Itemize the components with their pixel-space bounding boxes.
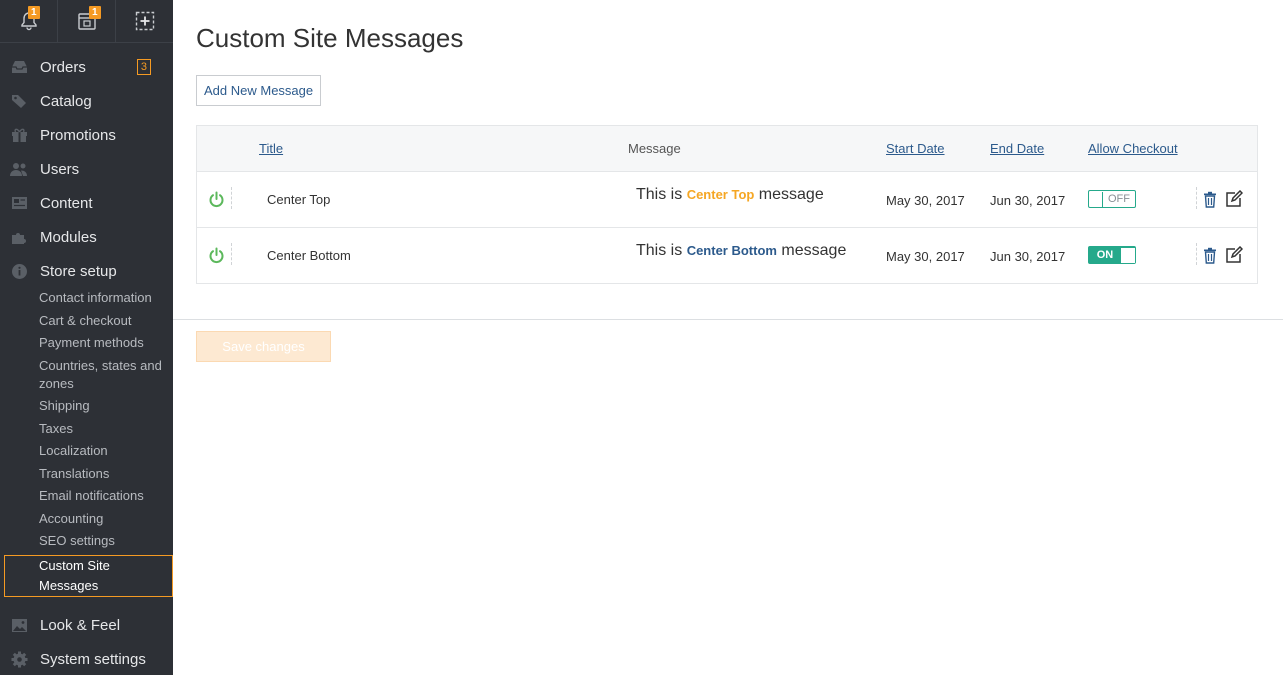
row-start-date: May 30, 2017: [886, 249, 965, 264]
toggle-label: ON: [1096, 249, 1114, 261]
sidebar-topbar: 1 1: [0, 0, 173, 43]
row-message: This is Center Bottom message: [636, 242, 846, 260]
nav-modules-label: Modules: [40, 228, 97, 246]
subnav-seo-settings[interactable]: SEO settings: [0, 532, 173, 550]
allow-checkout-toggle[interactable]: OFF: [1088, 190, 1136, 208]
main-content: Custom Site Messages Add New Message Tit…: [173, 0, 1283, 675]
row-title[interactable]: Center Bottom: [267, 248, 351, 263]
subnav-accounting[interactable]: Accounting: [0, 510, 173, 528]
users-icon: [10, 160, 28, 178]
image-icon: [10, 617, 28, 635]
page-title: Custom Site Messages: [196, 23, 464, 53]
power-icon[interactable]: [208, 191, 225, 208]
toggle-knob: [1121, 247, 1135, 263]
trash-icon[interactable]: [1202, 247, 1218, 264]
row-divider: [231, 187, 232, 209]
nav-system-settings-label: System settings: [40, 651, 146, 668]
subnav-cart-checkout[interactable]: Cart & checkout: [0, 312, 173, 330]
edit-icon[interactable]: [1225, 246, 1243, 264]
plus-square-icon: [135, 11, 154, 31]
column-title-header[interactable]: Title: [259, 141, 283, 156]
subnav-shipping[interactable]: Shipping: [0, 397, 173, 415]
nav-look-and-feel[interactable]: Look & Feel: [0, 609, 173, 643]
nav-content-label: Content: [40, 194, 93, 212]
nav-modules[interactable]: Modules: [0, 220, 173, 254]
gift-icon: [10, 126, 28, 144]
actions-divider: [1196, 187, 1197, 209]
notifications-button[interactable]: 1: [0, 0, 58, 42]
subnav-countries-states-zones[interactable]: Countries, states and zones: [0, 357, 173, 393]
allow-checkout-toggle[interactable]: ON: [1088, 246, 1136, 264]
toggle-label: OFF: [1108, 193, 1130, 205]
nav-system-settings[interactable]: System settings: [0, 643, 173, 677]
message-suffix: message: [758, 186, 824, 203]
quick-add-button[interactable]: [116, 0, 173, 42]
nav-promotions-label: Promotions: [40, 126, 116, 144]
subnav-translations[interactable]: Translations: [0, 465, 173, 483]
nav-promotions[interactable]: Promotions: [0, 118, 173, 152]
row-divider: [231, 243, 232, 265]
nav-users[interactable]: Users: [0, 152, 173, 186]
row-title[interactable]: Center Top: [267, 192, 330, 207]
bottom-nav: Look & Feel System settings: [0, 609, 173, 677]
message-highlight: Center Top: [686, 187, 755, 202]
sidebar: 1 1 Orders 3 Catalog Promotions Users Co…: [0, 0, 173, 675]
column-end-date-header[interactable]: End Date: [990, 141, 1044, 156]
message-highlight: Center Bottom: [686, 243, 777, 258]
subnav-localization[interactable]: Localization: [0, 442, 173, 460]
nav-users-label: Users: [40, 160, 80, 178]
subnav-payment-methods[interactable]: Payment methods: [0, 334, 173, 352]
storefront-badge: 1: [89, 6, 101, 19]
table-row: Center Bottom This is Center Bottom mess…: [197, 227, 1257, 283]
nav-orders-label: Orders: [40, 58, 86, 76]
info-icon: [10, 262, 28, 280]
orders-count-badge: 3: [136, 59, 151, 75]
notifications-badge: 1: [28, 6, 40, 19]
trash-icon[interactable]: [1202, 191, 1218, 208]
messages-table: Title Message Start Date End Date Allow …: [196, 125, 1258, 284]
column-message-header: Message: [628, 141, 681, 156]
table-header: Title Message Start Date End Date Allow …: [197, 126, 1257, 171]
nav-catalog[interactable]: Catalog: [0, 84, 173, 118]
nav-catalog-label: Catalog: [40, 92, 92, 110]
subnav-taxes[interactable]: Taxes: [0, 420, 173, 438]
message-suffix: message: [781, 242, 847, 259]
puzzle-icon: [10, 228, 28, 246]
nav-orders[interactable]: Orders 3: [0, 50, 173, 84]
row-start-date: May 30, 2017: [886, 193, 965, 208]
row-end-date: Jun 30, 2017: [990, 249, 1066, 264]
content-icon: [10, 194, 28, 212]
column-allow-checkout-header[interactable]: Allow Checkout: [1088, 141, 1178, 156]
main-nav: Orders 3 Catalog Promotions Users Conten…: [0, 50, 173, 288]
column-start-date-header[interactable]: Start Date: [886, 141, 945, 156]
message-prefix: This is: [636, 186, 683, 203]
edit-icon[interactable]: [1225, 190, 1243, 208]
actions-divider: [1196, 243, 1197, 265]
subnav-contact-information[interactable]: Contact information: [0, 289, 173, 307]
subnav-custom-site-messages[interactable]: Custom Site Messages: [4, 554, 173, 597]
store-setup-submenu: Contact information Cart & checkout Paym…: [0, 289, 173, 597]
gear-icon: [10, 651, 28, 669]
subnav-email-notifications[interactable]: Email notifications: [0, 487, 173, 505]
message-prefix: This is: [636, 242, 683, 259]
content-divider: [173, 319, 1283, 320]
nav-store-setup-label: Store setup: [40, 262, 117, 280]
power-icon[interactable]: [208, 247, 225, 264]
storefront-button[interactable]: 1: [58, 0, 116, 42]
inbox-icon: [10, 58, 28, 76]
tags-icon: [10, 92, 28, 110]
table-row: Center Top This is Center Top message Ma…: [197, 171, 1257, 227]
row-message: This is Center Top message: [636, 186, 824, 204]
save-changes-button[interactable]: Save changes: [196, 331, 331, 362]
nav-store-setup[interactable]: Store setup: [0, 254, 173, 288]
nav-look-and-feel-label: Look & Feel: [40, 617, 121, 634]
toggle-knob: [1089, 191, 1103, 207]
nav-content[interactable]: Content: [0, 186, 173, 220]
add-new-message-button[interactable]: Add New Message: [196, 75, 322, 106]
row-end-date: Jun 30, 2017: [990, 193, 1066, 208]
